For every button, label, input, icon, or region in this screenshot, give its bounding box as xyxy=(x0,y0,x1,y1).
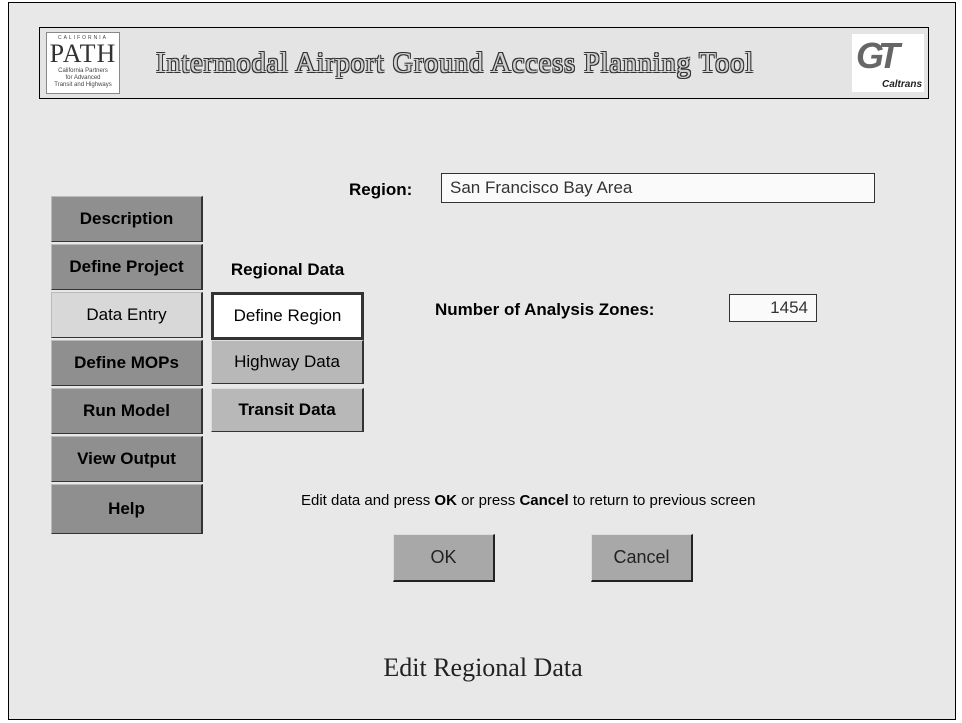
nav-help[interactable]: Help xyxy=(51,484,203,534)
zones-label: Number of Analysis Zones: xyxy=(435,300,655,319)
subnav-transit-data[interactable]: Transit Data xyxy=(211,388,364,432)
nav-data-entry[interactable]: Data Entry xyxy=(51,292,203,338)
app-title: Intermodal Airport Ground Access Plannin… xyxy=(156,48,755,79)
path-logo: CALIFORNIA PATH California Partners for … xyxy=(46,32,120,94)
header-banner: CALIFORNIA PATH California Partners for … xyxy=(39,27,929,99)
path-logo-line-3: Transit and Highways xyxy=(54,82,112,88)
instruction-part-2: or press xyxy=(456,492,520,509)
app-window: CALIFORNIA PATH California Partners for … xyxy=(8,2,956,720)
instruction-part-3: to return to previous screen xyxy=(568,492,756,509)
caltrans-mark: GT xyxy=(856,35,900,76)
region-input[interactable]: San Francisco Bay Area xyxy=(441,173,875,203)
ok-button[interactable]: OK xyxy=(393,534,495,582)
nav-define-project[interactable]: Define Project xyxy=(51,244,203,290)
nav-description[interactable]: Description xyxy=(51,196,203,242)
path-logo-line-2: for Advanced xyxy=(65,75,101,81)
nav-run-model[interactable]: Run Model xyxy=(51,388,203,434)
cancel-button[interactable]: Cancel xyxy=(591,534,693,582)
caltrans-label: Caltrans xyxy=(881,79,922,90)
zones-input[interactable]: 1454 xyxy=(729,294,817,322)
subnav-highway-data[interactable]: Highway Data xyxy=(211,340,364,384)
nav-define-mops[interactable]: Define MOPs xyxy=(51,340,203,386)
subnav-define-region[interactable]: Define Region xyxy=(211,292,364,340)
path-logo-text: PATH xyxy=(49,39,117,68)
nav-view-output[interactable]: View Output xyxy=(51,436,203,482)
path-logo-line-1: California Partners xyxy=(58,68,108,74)
instruction-ok: OK xyxy=(434,492,457,509)
region-label: Region: xyxy=(349,180,413,199)
instruction-text: Edit data and press OK or press Cancel t… xyxy=(301,492,755,509)
caltrans-logo: GT Caltrans xyxy=(852,34,924,92)
subnav-heading-regional-data: Regional Data xyxy=(230,260,345,279)
screen-title: Edit Regional Data xyxy=(383,653,583,682)
instruction-part-1: Edit data and press xyxy=(301,492,435,509)
instruction-cancel: Cancel xyxy=(519,492,569,509)
